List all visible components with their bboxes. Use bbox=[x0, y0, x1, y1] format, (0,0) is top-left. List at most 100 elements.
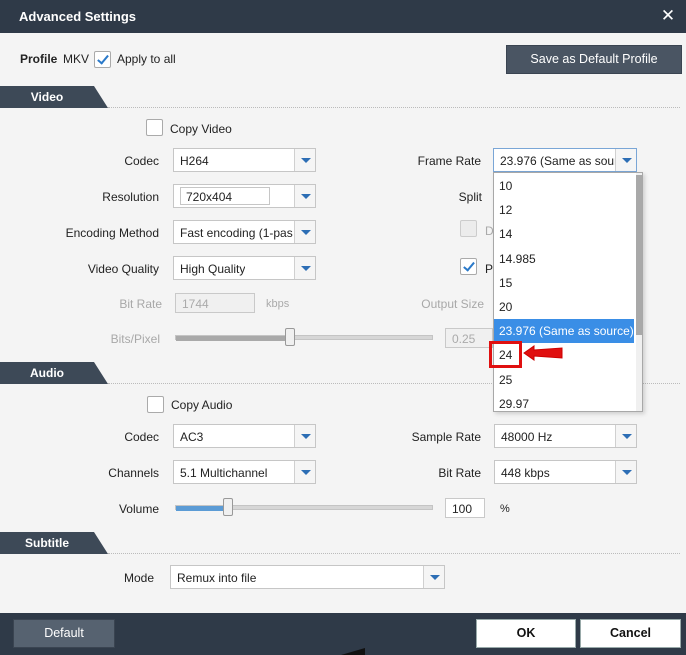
frame-rate-option[interactable]: 14.985 bbox=[494, 247, 634, 271]
audio-codec-select[interactable]: AC3 bbox=[173, 424, 316, 448]
chevron-down-icon bbox=[294, 221, 315, 243]
output-size-label: Output Size bbox=[421, 297, 484, 311]
video-quality-select[interactable]: High Quality bbox=[173, 256, 316, 280]
video-section-label: Video bbox=[30, 90, 64, 104]
subtitle-divider bbox=[108, 553, 680, 554]
subtitle-mode-value: Remux into file bbox=[177, 571, 257, 585]
channels-value: 5.1 Multichannel bbox=[180, 466, 268, 480]
video-codec-label: Codec bbox=[124, 154, 159, 168]
profile-value: MKV bbox=[63, 52, 90, 66]
chevron-down-icon bbox=[423, 566, 444, 588]
chevron-down-icon bbox=[294, 425, 315, 447]
subtitle-section-label: Subtitle bbox=[25, 536, 69, 550]
video-bitrate-label: Bit Rate bbox=[119, 297, 162, 311]
sample-rate-value: 48000 Hz bbox=[501, 430, 553, 444]
audio-codec-label: Codec bbox=[124, 430, 159, 444]
resolution-label: Resolution bbox=[102, 190, 159, 204]
channels-label: Channels bbox=[108, 466, 159, 480]
option-p-checkbox[interactable] bbox=[460, 258, 477, 275]
volume-unit: % bbox=[500, 503, 510, 515]
chevron-down-icon bbox=[294, 149, 315, 171]
resolution-edit-box[interactable]: 720x404 bbox=[180, 187, 270, 205]
video-bitrate-unit: kbps bbox=[266, 298, 290, 310]
frame-rate-option[interactable]: 10 bbox=[494, 174, 634, 198]
chevron-down-icon bbox=[615, 425, 636, 447]
frame-rate-option[interactable]: 15 bbox=[494, 271, 634, 295]
apply-to-all-label: Apply to all bbox=[117, 52, 176, 66]
option-p-label: P bbox=[485, 262, 494, 276]
frame-rate-option[interactable]: 29.97 bbox=[494, 392, 634, 416]
video-divider bbox=[108, 107, 680, 108]
frame-rate-option[interactable]: 14 bbox=[494, 222, 634, 246]
channels-select[interactable]: 5.1 Multichannel bbox=[173, 460, 316, 484]
bits-pixel-slider-thumb[interactable] bbox=[285, 328, 295, 346]
option-d-checkbox[interactable] bbox=[460, 220, 477, 237]
default-button[interactable]: Default bbox=[13, 619, 115, 648]
video-codec-value: H264 bbox=[180, 154, 209, 168]
bits-pixel-value: 0.25 bbox=[452, 332, 476, 346]
encoding-method-select[interactable]: Fast encoding (1-pass) bbox=[173, 220, 316, 244]
frame-rate-value: 23.976 (Same as source) bbox=[500, 154, 618, 168]
close-icon[interactable]: ✕ bbox=[659, 6, 677, 26]
audio-codec-value: AC3 bbox=[180, 430, 204, 444]
window-title: Advanced Settings bbox=[19, 9, 137, 24]
video-quality-value: High Quality bbox=[180, 262, 246, 276]
sample-rate-label: Sample Rate bbox=[411, 430, 481, 444]
frame-rate-dropdown-list[interactable]: 10 12 14 14.985 15 20 23.976 (Same as source) 2… bbox=[493, 172, 643, 412]
resolution-value: 720x404 bbox=[186, 190, 233, 204]
video-bitrate-value: 1744 bbox=[182, 297, 209, 311]
chevron-down-icon bbox=[615, 461, 636, 483]
bits-pixel-label: Bits/Pixel bbox=[110, 332, 160, 346]
chevron-down-icon bbox=[294, 257, 315, 279]
encoding-method-label: Encoding Method bbox=[65, 226, 159, 240]
volume-value: 100 bbox=[452, 502, 473, 516]
frame-rate-scrollbar[interactable] bbox=[636, 173, 642, 411]
apply-to-all-checkbox[interactable] bbox=[94, 51, 111, 68]
arrow-left-icon bbox=[523, 345, 563, 361]
bits-pixel-input[interactable]: 0.25 bbox=[445, 328, 493, 348]
bits-pixel-slider-fill bbox=[176, 336, 290, 341]
audio-bitrate-select[interactable]: 448 kbps bbox=[494, 460, 637, 484]
frame-rate-select[interactable]: 23.976 (Same as source) bbox=[493, 148, 637, 172]
subtitle-mode-select[interactable]: Remux into file bbox=[170, 565, 445, 589]
chevron-down-icon bbox=[294, 185, 315, 207]
volume-label: Volume bbox=[118, 502, 159, 516]
video-bitrate-input[interactable]: 1744 bbox=[175, 293, 255, 313]
audio-section-label: Audio bbox=[30, 366, 64, 380]
resize-grip bbox=[341, 648, 365, 655]
profile-label: Profile bbox=[20, 52, 58, 66]
video-codec-select[interactable]: H264 bbox=[173, 148, 316, 172]
volume-slider-thumb[interactable] bbox=[222, 498, 233, 516]
video-section-header: Video bbox=[0, 86, 108, 108]
subtitle-section-header: Subtitle bbox=[0, 532, 108, 554]
save-default-profile-button[interactable]: Save as Default Profile bbox=[506, 45, 682, 74]
video-quality-label: Video Quality bbox=[87, 262, 159, 276]
cancel-button[interactable]: Cancel bbox=[580, 619, 681, 648]
bits-pixel-slider-track[interactable] bbox=[175, 335, 433, 341]
audio-section-header: Audio bbox=[0, 362, 108, 384]
sample-rate-select[interactable]: 48000 Hz bbox=[494, 424, 637, 448]
highlight-box bbox=[489, 341, 522, 368]
resolution-select[interactable]: 720x404 bbox=[173, 184, 316, 208]
frame-rate-option[interactable]: 20 bbox=[494, 295, 634, 319]
split-label: Split bbox=[458, 190, 482, 204]
ok-button[interactable]: OK bbox=[476, 619, 576, 648]
title-bar: Advanced Settings ✕ bbox=[0, 0, 686, 33]
frame-rate-option[interactable]: 25 bbox=[494, 368, 634, 392]
frame-rate-option[interactable]: 12 bbox=[494, 198, 634, 222]
chevron-down-icon bbox=[615, 149, 636, 171]
frame-rate-label: Frame Rate bbox=[417, 154, 481, 168]
copy-audio-label: Copy Audio bbox=[171, 398, 233, 412]
frame-rate-scrollbar-thumb[interactable] bbox=[636, 175, 642, 335]
copy-audio-checkbox[interactable] bbox=[147, 396, 164, 413]
frame-rate-option[interactable]: 23.976 (Same as source) bbox=[494, 319, 634, 344]
volume-slider-fill bbox=[176, 506, 228, 511]
volume-input[interactable]: 100 bbox=[445, 498, 485, 518]
mode-label: Mode bbox=[123, 571, 154, 585]
copy-video-label: Copy Video bbox=[170, 122, 232, 136]
encoding-method-value: Fast encoding (1-pass) bbox=[180, 226, 293, 240]
audio-bitrate-value: 448 kbps bbox=[501, 466, 550, 480]
audio-bitrate-label: Bit Rate bbox=[438, 466, 481, 480]
volume-slider-track[interactable] bbox=[175, 505, 433, 511]
copy-video-checkbox[interactable] bbox=[146, 119, 163, 136]
